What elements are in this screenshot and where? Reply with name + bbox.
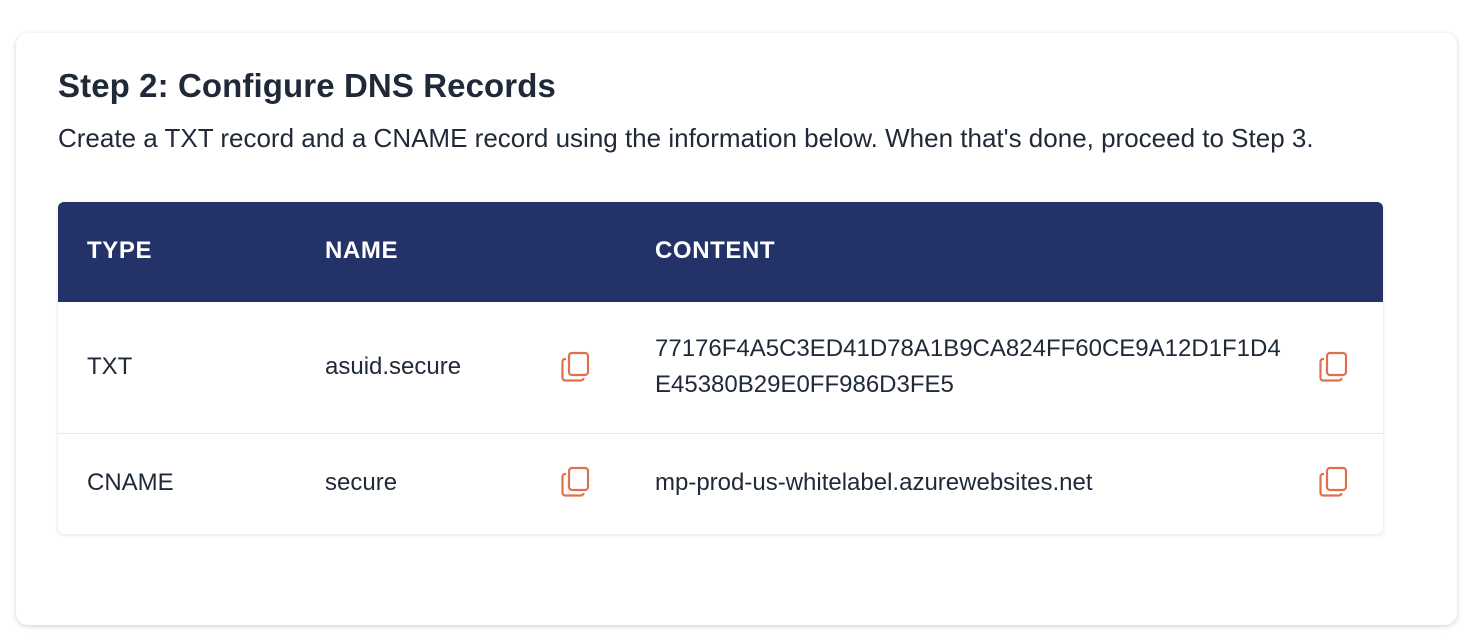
step-description: Create a TXT record and a CNAME record u… (58, 123, 1314, 153)
record-content: 77176F4A5C3ED41D78A1B9CA824FF60CE9A12D1F… (655, 335, 1281, 398)
table-row: CNAME secure mp-prod-us-whitelabel.azure… (58, 434, 1383, 534)
step-title: Step 2: Configure DNS Records (58, 67, 556, 104)
record-type: TXT (87, 353, 133, 380)
copy-icon (1319, 351, 1348, 382)
record-content: mp-prod-us-whitelabel.azurewebsites.net (655, 469, 1093, 496)
dns-records-table: TYPE NAME CONTENT TXT asuid.secure 77176… (58, 202, 1383, 534)
table-header: TYPE NAME CONTENT (58, 202, 1383, 302)
copy-icon (561, 466, 590, 497)
copy-icon (1319, 466, 1348, 497)
record-name: secure (325, 469, 398, 496)
copy-content-button[interactable] (1319, 466, 1349, 498)
copy-icon (561, 351, 590, 382)
record-type: CNAME (87, 469, 174, 496)
table-row: TXT asuid.secure 77176F4A5C3ED41D78A1B9C… (58, 302, 1383, 434)
header-type: TYPE (87, 237, 153, 264)
header-name: NAME (325, 237, 399, 264)
record-name: asuid.secure (325, 353, 462, 380)
copy-name-button[interactable] (561, 351, 591, 383)
copy-content-button[interactable] (1319, 351, 1349, 383)
copy-name-button[interactable] (561, 466, 591, 498)
header-content: CONTENT (655, 237, 776, 264)
